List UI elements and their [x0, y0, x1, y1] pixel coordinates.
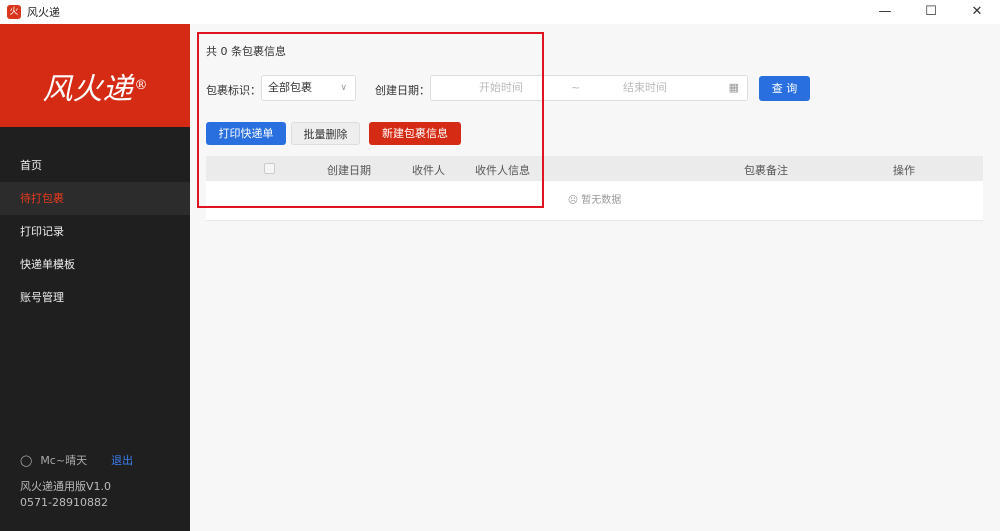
date-label: 创建日期： [375, 84, 430, 97]
logo-text: 风火递 [42, 71, 133, 107]
close-button[interactable]: ✕ [954, 0, 1000, 24]
version-text: 风火递通用版V1.0 [20, 480, 112, 493]
table-header: 创建日期 收件人 收件人信息 包裹备注 操作 [206, 156, 983, 181]
minimize-button[interactable]: — [862, 0, 908, 24]
print-waybill-button[interactable]: 打印快递单 [206, 122, 286, 145]
select-value: 全部包裹 [268, 81, 312, 94]
sidebar-item-print-records[interactable]: 打印记录 [0, 215, 190, 248]
logo: 风火递 ® [0, 24, 190, 127]
date-range-picker[interactable]: 开始时间 ~ 结束时间 ▦ [430, 75, 748, 101]
title-bar: 火 风火递 — ☐ ✕ [0, 0, 1000, 24]
sidebar-item-templates[interactable]: 快递单模板 [0, 248, 190, 281]
logout-link[interactable]: 退出 [111, 452, 133, 468]
phone-text: 0571-28910882 [20, 496, 108, 509]
main-content: 共 0 条包裹信息 包裹标识： 全部包裹 ∨ 创建日期： 开始时间 ~ 结束时间 … [190, 24, 1000, 531]
maximize-button[interactable]: ☐ [908, 0, 954, 24]
filter-label: 包裹标识： [206, 84, 261, 97]
chevron-down-icon: ∨ [340, 83, 347, 93]
col-recipient-info: 收件人信息 [475, 164, 530, 177]
range-separator: ~ [571, 81, 581, 94]
user-icon: ◯ [20, 453, 33, 467]
start-date-input[interactable]: 开始时间 [479, 76, 523, 100]
app-icon: 火 [7, 5, 21, 19]
registered-mark: ® [134, 78, 148, 93]
empty-state: ☹ 暂无数据 [206, 181, 983, 221]
batch-delete-button[interactable]: 批量删除 [291, 122, 360, 145]
calendar-icon: ▦ [728, 81, 739, 94]
sidebar-item-account[interactable]: 账号管理 [0, 281, 190, 314]
username: Mc~晴天 [40, 454, 88, 467]
col-remark: 包裹备注 [744, 164, 788, 177]
package-filter-select[interactable]: 全部包裹 ∨ [261, 75, 356, 101]
end-date-input[interactable]: 结束时间 [623, 76, 667, 100]
select-all-checkbox[interactable] [264, 163, 275, 174]
sidebar-item-home[interactable]: 首页 [0, 149, 190, 182]
query-button[interactable]: 查 询 [759, 76, 810, 101]
col-actions: 操作 [893, 164, 915, 177]
window-title: 风火递 [27, 6, 60, 19]
new-package-button[interactable]: 新建包裹信息 [369, 122, 461, 145]
sidebar: 风火递 ® 首页 待打包裹 打印记录 快递单模板 账号管理 ◯ Mc~晴天 退出 … [0, 24, 190, 531]
col-recipient: 收件人 [412, 164, 445, 177]
package-count: 共 0 条包裹信息 [206, 45, 286, 58]
sidebar-item-pending[interactable]: 待打包裹 [0, 182, 190, 215]
col-created-date: 创建日期 [327, 164, 371, 177]
